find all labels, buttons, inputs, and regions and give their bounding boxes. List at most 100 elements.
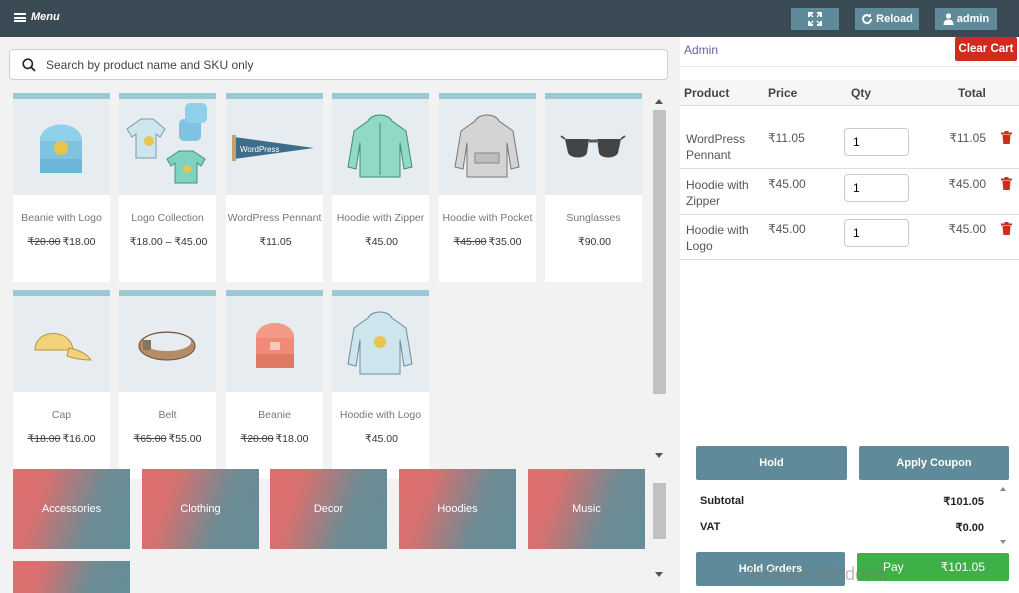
- quantity-input[interactable]: [844, 128, 909, 156]
- trash-icon[interactable]: [1001, 222, 1012, 235]
- product-image: [332, 99, 429, 195]
- product-price: ₹45.00: [332, 433, 429, 445]
- sale-price: ₹11.05: [259, 236, 292, 248]
- cart-item-total: ₹45.00: [948, 177, 986, 191]
- cart-table-header: Product Price Qty Total: [680, 80, 1019, 106]
- menu-label: Menu: [31, 11, 60, 23]
- product-image: [545, 99, 642, 195]
- fullscreen-icon: [808, 12, 822, 26]
- summary-scroll-up-icon[interactable]: [1000, 487, 1006, 491]
- product-name: Beanie: [258, 409, 291, 421]
- subtotal-value: ₹101.05: [943, 496, 984, 508]
- cart-row: Hoodie with Zipper ₹45.00 ₹45.00: [680, 169, 1019, 215]
- fullscreen-button[interactable]: [791, 8, 839, 30]
- cart-item-price: ₹11.05: [768, 131, 805, 145]
- sale-price: ₹16.00: [62, 433, 96, 445]
- product-image: WordPress: [226, 99, 323, 195]
- search-icon: [22, 58, 36, 72]
- vat-label: VAT: [700, 521, 721, 533]
- cart-row: WordPress Pennant ₹11.05 ₹11.05: [680, 123, 1019, 169]
- cart-user-label: Admin: [684, 43, 719, 57]
- top-bar: Menu Reload admin: [0, 0, 1019, 37]
- cart-item-total: ₹45.00: [948, 222, 986, 236]
- old-price: ₹45.00: [453, 236, 487, 248]
- category-clothing[interactable]: Clothing: [142, 469, 259, 549]
- cart-item-name: Hoodie with Zipper: [686, 178, 749, 208]
- scrollbar-thumb[interactable]: [653, 483, 666, 539]
- product-image: [119, 296, 216, 392]
- product-image: [439, 99, 536, 195]
- cart-item-name: Hoodie with Logo: [686, 223, 749, 253]
- product-card[interactable]: Sunglasses ₹90.00: [545, 93, 642, 282]
- sale-price: ₹18.00 – ₹45.00: [129, 236, 208, 248]
- product-card[interactable]: Beanie ₹20.00 ₹18.00: [226, 290, 323, 479]
- cart-row: Hoodie with Logo ₹45.00 ₹45.00: [680, 214, 1019, 260]
- product-card[interactable]: Hoodie with Pocket ₹45.00 ₹35.00: [439, 93, 536, 282]
- category-scrollbar[interactable]: [653, 477, 666, 587]
- hold-button[interactable]: Hold: [696, 446, 847, 480]
- category-music[interactable]: Music: [528, 469, 645, 549]
- scroll-down-arrow-icon[interactable]: [655, 453, 663, 458]
- product-name: WordPress Pennant: [227, 212, 322, 224]
- reload-icon: [862, 13, 873, 25]
- hamburger-icon: [14, 12, 26, 22]
- cart-item-name: WordPress Pennant: [686, 132, 746, 162]
- product-price: ₹11.05: [226, 236, 323, 248]
- product-panel: Beanie with Logo ₹20.00₹18.00 Logo Colle…: [0, 37, 680, 593]
- trash-icon[interactable]: [1001, 177, 1012, 190]
- header-price: Price: [768, 86, 798, 100]
- product-price: ₹18.00 – ₹45.00: [119, 236, 216, 248]
- product-name: Belt: [158, 409, 177, 421]
- trash-icon[interactable]: [1001, 131, 1012, 144]
- category-accessories[interactable]: Accessories: [13, 469, 130, 549]
- old-price: ₹20.00: [240, 433, 274, 445]
- user-icon: [943, 13, 954, 25]
- product-name: Sunglasses: [566, 212, 621, 224]
- search-box: [9, 49, 668, 80]
- subtotal-label: Subtotal: [700, 495, 744, 507]
- cart-item-price: ₹45.00: [768, 177, 806, 191]
- quantity-input[interactable]: [844, 219, 909, 247]
- svg-text:WordPress: WordPress: [240, 145, 279, 154]
- product-image: [13, 296, 110, 392]
- category-partial[interactable]: [13, 561, 130, 593]
- product-scrollbar[interactable]: [653, 97, 666, 459]
- cart-item-price: ₹45.00: [768, 222, 806, 236]
- product-card[interactable]: Cap ₹18.00 ₹16.00: [13, 290, 110, 479]
- product-card[interactable]: Logo Collection ₹18.00 – ₹45.00: [119, 93, 216, 282]
- scroll-down-arrow-icon[interactable]: [655, 572, 663, 577]
- product-price: ₹45.00: [332, 236, 429, 248]
- order-summary: Subtotal ₹101.05 VAT ₹0.00: [697, 485, 1009, 547]
- sale-price: ₹90.00: [578, 236, 611, 248]
- clear-cart-button[interactable]: Clear Cart: [955, 37, 1017, 61]
- product-card[interactable]: Hoodie with Logo ₹45.00: [332, 290, 429, 479]
- header-total: Total: [958, 86, 986, 100]
- product-name: Cap: [51, 409, 72, 421]
- product-name: Hoodie with Zipper: [336, 212, 425, 224]
- reload-button[interactable]: Reload: [855, 8, 919, 30]
- admin-button[interactable]: admin: [935, 8, 997, 30]
- apply-coupon-button[interactable]: Apply Coupon: [859, 446, 1009, 480]
- product-image: [332, 296, 429, 392]
- cart-item-total: ₹11.05: [949, 131, 986, 145]
- product-name: Logo Collection: [131, 212, 204, 224]
- product-card[interactable]: Hoodie with Zipper ₹45.00: [332, 93, 429, 282]
- product-card[interactable]: WordPress WordPress Pennant ₹11.05: [226, 93, 323, 282]
- product-card[interactable]: Belt ₹65.00 ₹55.00: [119, 290, 216, 479]
- admin-label: admin: [956, 13, 990, 25]
- search-input[interactable]: [46, 57, 646, 73]
- sale-price: ₹55.00: [168, 433, 202, 445]
- category-hoodies[interactable]: Hoodies: [399, 469, 516, 549]
- header-product: Product: [684, 86, 730, 100]
- scroll-up-arrow-icon[interactable]: [655, 99, 663, 104]
- old-price: ₹65.00: [133, 433, 167, 445]
- old-price: ₹18.00: [27, 433, 61, 445]
- summary-scroll-down-icon[interactable]: [1000, 540, 1006, 544]
- product-image: [13, 99, 110, 195]
- quantity-input[interactable]: [844, 174, 909, 202]
- menu-button[interactable]: Menu: [14, 11, 60, 23]
- category-decor[interactable]: Decor: [270, 469, 387, 549]
- activate-windows-watermark: Activate Windows: [745, 564, 888, 584]
- scrollbar-thumb[interactable]: [653, 110, 666, 394]
- product-card[interactable]: Beanie with Logo ₹20.00 ₹18.00: [13, 93, 110, 282]
